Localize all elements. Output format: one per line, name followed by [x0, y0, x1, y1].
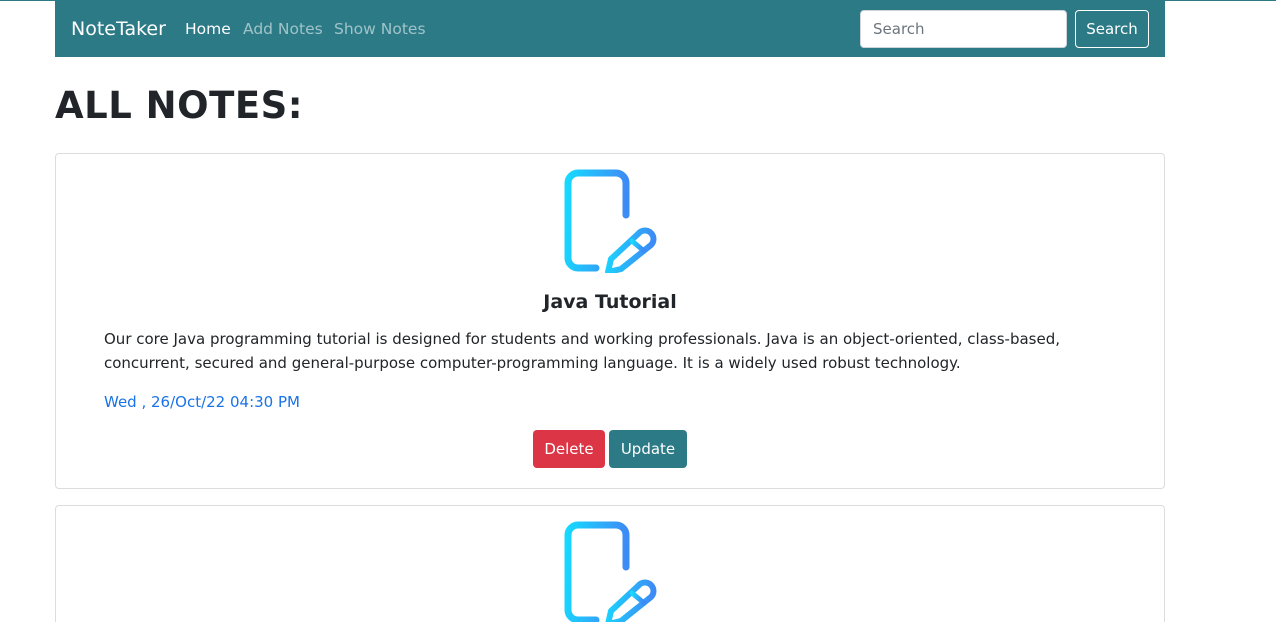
note-edit-icon	[564, 521, 657, 622]
nav-link-add-notes[interactable]: Add Notes	[243, 20, 323, 38]
update-button[interactable]: Update	[609, 430, 687, 468]
note-edit-icon	[564, 169, 657, 273]
note-title: Java Tutorial	[543, 291, 677, 313]
search-button[interactable]: Search	[1075, 10, 1149, 48]
note-card	[55, 505, 1165, 622]
page-title: ALL NOTES:	[55, 84, 304, 127]
note-content: Our core Java programming tutorial is de…	[104, 330, 1061, 372]
note-date: Wed , 26/Oct/22 04:30 PM	[104, 393, 300, 411]
page: NoteTaker Home Add Notes Show Notes Sear…	[0, 0, 1276, 622]
note-card: Java Tutorial Our core Java programming …	[55, 153, 1165, 489]
brand-logo[interactable]: NoteTaker	[71, 18, 166, 40]
navbar: NoteTaker Home Add Notes Show Notes Sear…	[55, 1, 1165, 57]
delete-button[interactable]: Delete	[533, 430, 605, 468]
nav-link-home[interactable]: Home	[185, 20, 231, 38]
nav-link-show-notes[interactable]: Show Notes	[334, 20, 426, 38]
search-input[interactable]	[860, 10, 1067, 48]
